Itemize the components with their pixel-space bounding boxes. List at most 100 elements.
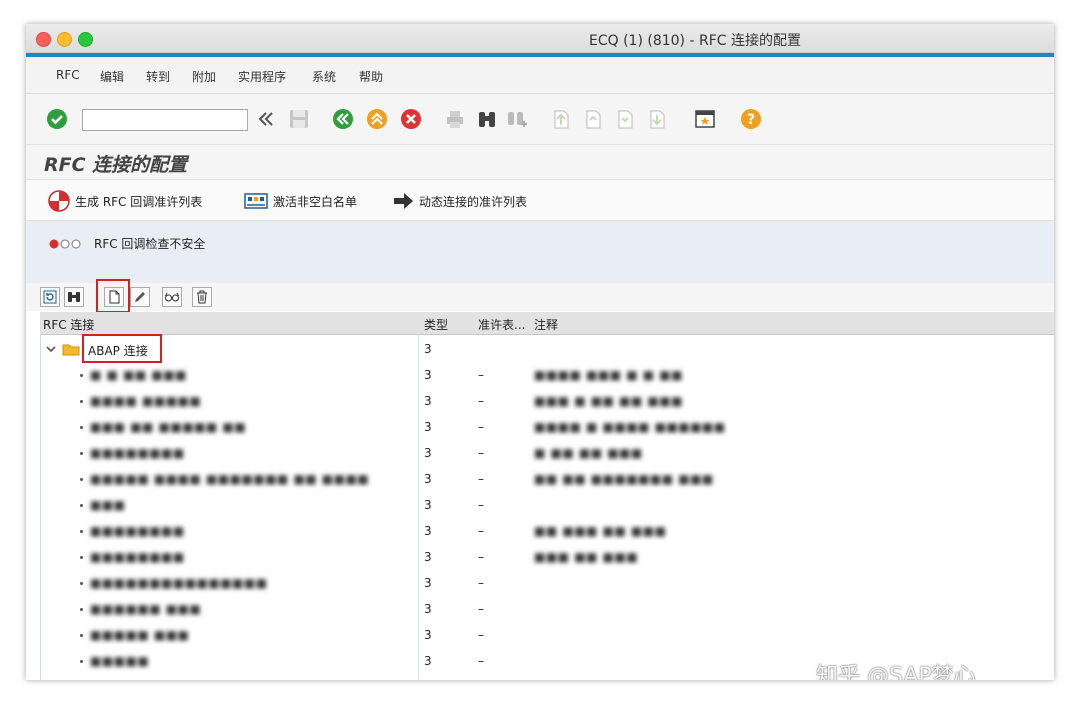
dynamic-connection-allowlist-button[interactable]: 动态连接的准许列表 [392, 191, 527, 211]
connection-name: ■■■■■■■■ [90, 550, 185, 564]
title-bar: ECQ (1) (810) - RFC 连接的配置 [26, 24, 1054, 53]
generate-callback-allowlist-label: 生成 RFC 回调准许列表 [75, 194, 203, 209]
group-row-abap[interactable]: ABAP 连接 3 [40, 334, 1054, 363]
menu-edit[interactable]: 编辑 [100, 68, 124, 85]
connection-comment: ■■■ ■ ■■ ■■ ■■■ [534, 394, 683, 408]
next-page-icon[interactable] [614, 108, 636, 130]
connection-comment: ■■■■ ■■■ ■ ■ ■■ [534, 368, 683, 382]
window-title: ECQ (1) (810) - RFC 连接的配置 [589, 33, 801, 49]
table-row[interactable]: ■■■■■■■■ 3 – ■■ ■■■ ■■ ■■■ [40, 518, 1054, 544]
page-title: RFC 连接的配置 [44, 154, 188, 176]
connection-type: 3 [424, 368, 432, 382]
cancel-icon[interactable] [400, 108, 422, 130]
folder-icon [62, 344, 80, 356]
connection-name: ■■■ [90, 498, 126, 512]
trash-icon [197, 290, 207, 304]
tree-bullet [80, 634, 83, 637]
table-row[interactable]: ■■■■■■ ■■■ 3 – [40, 596, 1054, 622]
find-icon[interactable] [476, 108, 498, 130]
table-row[interactable]: ■■■■■■■■ 3 – ■■■ ■■ ■■■ [40, 544, 1054, 570]
save-icon[interactable] [288, 108, 310, 130]
connection-name: ■■■■■■■■ [90, 524, 185, 538]
create-session-icon[interactable] [694, 108, 716, 130]
find-button[interactable] [64, 287, 84, 307]
first-page-icon[interactable] [550, 108, 572, 130]
generate-callback-allowlist-button[interactable]: 生成 RFC 回调准许列表 [48, 190, 203, 212]
last-page-icon[interactable] [646, 108, 668, 130]
allowlist-status: – [478, 550, 484, 564]
allowlist-status: – [478, 472, 484, 486]
menu-goto[interactable]: 转到 [146, 68, 170, 85]
connection-comment: ■ ■■ ■■ ■■■ [534, 446, 643, 460]
refresh-icon [43, 290, 57, 304]
refresh-button[interactable] [40, 287, 60, 307]
prev-page-icon[interactable] [582, 108, 604, 130]
help-icon[interactable]: ? [740, 108, 762, 130]
connection-type: 3 [424, 420, 432, 434]
edit-button[interactable] [130, 287, 150, 307]
svg-text:?: ? [747, 112, 755, 128]
chevron-down-icon[interactable] [46, 344, 56, 354]
connection-name: ■■■■■■■■■■■■■■■ [90, 576, 268, 590]
menu-extras[interactable]: 附加 [192, 68, 216, 85]
tree-bullet [80, 374, 83, 377]
tree-bullet [80, 426, 83, 429]
find-next-icon[interactable] [506, 108, 528, 130]
pencil-icon [135, 292, 145, 302]
menu-utilities[interactable]: 实用程序 [238, 68, 286, 85]
tree-bullet [80, 400, 83, 403]
grid-header: RFC 连接 类型 准许表... 注释 [40, 312, 1054, 335]
tree-bullet [80, 556, 83, 559]
col-header-rfc[interactable]: RFC 连接 [43, 316, 94, 333]
col-header-type[interactable]: 类型 [424, 316, 448, 333]
connection-comment: ■■■■ ■ ■■■■ ■■■■■■ [534, 420, 726, 434]
col-header-allowlist[interactable]: 准许表... [478, 316, 525, 333]
table-row[interactable]: ■■■■■■■■ 3 – ■ ■■ ■■ ■■■ [40, 440, 1054, 466]
table-row[interactable]: ■ ■ ■■ ■■■ 3 – ■■■■ ■■■ ■ ■ ■■ [40, 362, 1054, 388]
back-icon[interactable] [332, 108, 354, 130]
command-field[interactable] [82, 109, 248, 131]
connection-type: 3 [424, 602, 432, 616]
connection-name: ■■■ ■■ ■■■■■ ■■ [90, 420, 247, 434]
menu-rfc[interactable]: RFC [56, 68, 80, 82]
callback-status-message: RFC 回调检查不安全 [48, 235, 205, 252]
connection-type: 3 [424, 550, 432, 564]
enter-check-icon[interactable] [46, 108, 68, 130]
table-row[interactable]: ■■■ ■■ ■■■■■ ■■ 3 – ■■■■ ■ ■■■■ ■■■■■■ [40, 414, 1054, 440]
arrow-right-icon [394, 193, 413, 209]
group-highlight [82, 334, 162, 363]
connection-type: 3 [424, 524, 432, 538]
table-row[interactable]: ■■■■■■■■■■■■■■■ 3 – [40, 570, 1054, 596]
print-icon[interactable] [444, 108, 466, 130]
connection-type: 3 [424, 654, 432, 668]
delete-button[interactable] [192, 287, 212, 307]
menu-system[interactable]: 系统 [312, 68, 336, 85]
allowlist-status: – [478, 602, 484, 616]
application-toolbar: 生成 RFC 回调准许列表 激活非空白名单 动态连接的准许列表 [26, 180, 1054, 221]
dynamic-connection-allowlist-label: 动态连接的准许列表 [419, 194, 528, 209]
connection-comment: ■■ ■■■ ■■ ■■■ [534, 524, 667, 538]
col-header-comment[interactable]: 注释 [534, 316, 558, 333]
tree-bullet [80, 530, 83, 533]
display-button[interactable] [162, 287, 182, 307]
exit-icon[interactable] [366, 108, 388, 130]
connection-name: ■■■■■■■■ [90, 446, 185, 460]
watermark: 知乎 @SAP梦心 [816, 664, 976, 680]
table-row[interactable]: ■■■■■ ■■■ 3 – [40, 622, 1054, 648]
connection-type: 3 [424, 576, 432, 590]
activate-nonempty-allowlist-button[interactable]: 激活非空白名单 [244, 191, 357, 211]
connection-name: ■ ■ ■■ ■■■ [90, 368, 187, 382]
info-panel: RFC 回调检查不安全 [26, 221, 1054, 283]
rfc-connections-tree: RFC 连接 类型 准许表... 注释 ABAP 连接 3 ■ ■ ■■ ■■■… [40, 312, 1054, 680]
menu-help[interactable]: 帮助 [359, 68, 383, 85]
tree-bullet [80, 582, 83, 585]
page-title-bar: RFC 连接的配置 [26, 145, 1054, 180]
nav-collapse-icon[interactable] [254, 108, 276, 130]
table-row[interactable]: ■■■■ ■■■■■ 3 – ■■■ ■ ■■ ■■ ■■■ [40, 388, 1054, 414]
sap-window: ECQ (1) (810) - RFC 连接的配置 RFC 编辑 转到 附加 实… [26, 24, 1054, 680]
tree-bullet [80, 660, 83, 663]
allowlist-status: – [478, 394, 484, 408]
allowlist-status: – [478, 368, 484, 382]
table-row[interactable]: ■■■■■ ■■■■ ■■■■■■■ ■■ ■■■■ 3 – ■■ ■■ ■■■■■■… [40, 466, 1054, 492]
table-row[interactable]: ■■■ 3 – [40, 492, 1054, 518]
